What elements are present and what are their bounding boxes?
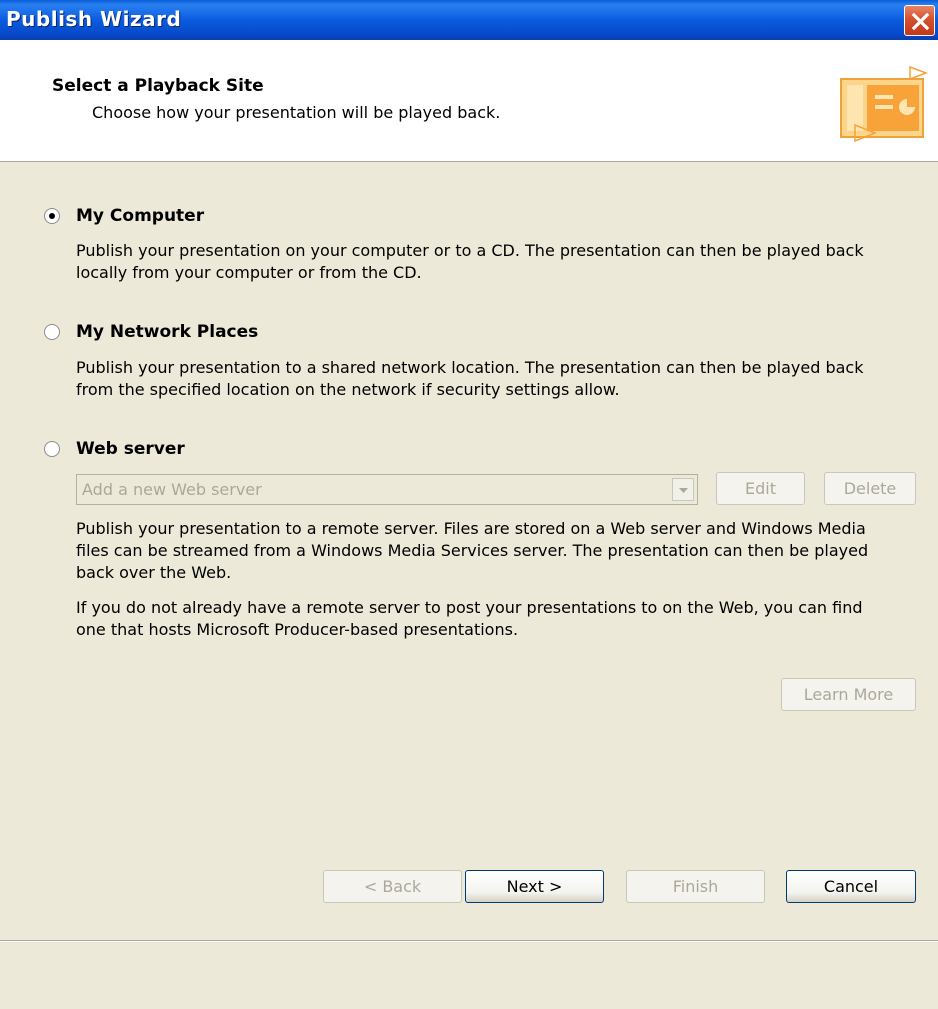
radio-option-web-server[interactable]: Web server <box>44 439 185 459</box>
title-bar[interactable]: Publish Wizard <box>0 0 938 40</box>
my-computer-radio[interactable] <box>44 208 60 224</box>
presentation-icon <box>840 65 929 143</box>
web-server-description: Publish your presentation to a remote se… <box>76 519 869 582</box>
web-server-select-value: Add a new Web server <box>82 480 262 499</box>
close-button[interactable] <box>904 5 935 36</box>
learn-more-button[interactable]: Learn More <box>781 678 916 711</box>
my-computer-description: Publish your presentation on your comput… <box>76 241 864 282</box>
wizard-header: Select a Playback Site Choose how your p… <box>0 40 938 162</box>
delete-button[interactable]: Delete <box>824 472 916 505</box>
network-places-description: Publish your presentation to a shared ne… <box>76 358 864 399</box>
finish-button[interactable]: Finish <box>626 870 765 903</box>
radio-option-network-places[interactable]: My Network Places <box>44 322 258 342</box>
edit-button[interactable]: Edit <box>716 472 805 505</box>
footer-divider <box>0 940 938 942</box>
web-server-hosting-note: If you do not already have a remote serv… <box>76 598 863 639</box>
web-server-radio[interactable] <box>44 441 60 457</box>
my-computer-label[interactable]: My Computer <box>76 206 204 226</box>
next-button[interactable]: Next > <box>465 870 604 903</box>
web-server-select[interactable]: Add a new Web server <box>76 474 698 505</box>
cancel-button[interactable]: Cancel <box>786 870 916 903</box>
network-places-radio[interactable] <box>44 324 60 340</box>
page-title: Select a Playback Site <box>52 76 264 96</box>
chevron-down-icon <box>679 488 688 493</box>
back-button[interactable]: < Back <box>323 870 462 903</box>
web-server-label[interactable]: Web server <box>76 439 185 459</box>
network-places-label[interactable]: My Network Places <box>76 322 258 342</box>
radio-option-my-computer[interactable]: My Computer <box>44 206 204 226</box>
web-server-select-arrow[interactable] <box>672 478 694 501</box>
page-subtitle: Choose how your presentation will be pla… <box>92 103 501 122</box>
window-title: Publish Wizard <box>6 7 182 31</box>
close-icon <box>911 12 930 31</box>
